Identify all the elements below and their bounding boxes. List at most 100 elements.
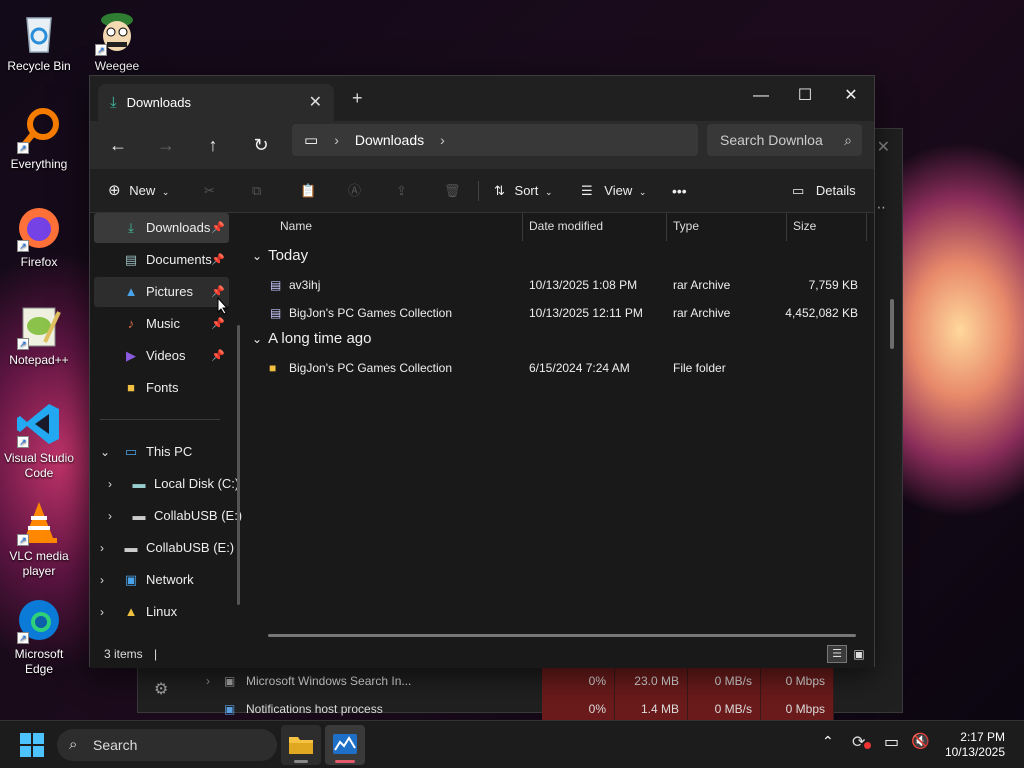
details-button[interactable]: ▭ Details <box>792 169 856 213</box>
network-status-icon[interactable]: ▭ <box>884 732 899 752</box>
copy-icon[interactable]: ⧉ <box>252 169 261 213</box>
sidebar-item-fonts[interactable]: ■ Fonts <box>94 373 229 403</box>
taskbar-file-explorer[interactable] <box>281 725 321 765</box>
chevron-right-icon[interactable]: › <box>440 132 445 148</box>
address-bar[interactable]: ▭ › Downloads › <box>292 124 698 156</box>
details-view-icon[interactable]: ☰ <box>827 645 847 663</box>
column-header-date[interactable]: Date modified <box>523 213 667 241</box>
sidebar-item-this-pc[interactable]: ⌄ ▭ This PC <box>100 437 235 467</box>
sidebar-item-collabusb[interactable]: › ▬ CollabUSB (E:) <box>108 501 245 531</box>
desktop-icon-weegee[interactable]: ↗ Weegee <box>78 8 156 74</box>
delete-icon[interactable]: 🗑 <box>444 169 461 213</box>
vlc-icon: ↗ <box>15 498 63 546</box>
pin-icon[interactable]: 📌 <box>211 341 225 371</box>
chevron-down-icon: ⌄ <box>252 332 263 346</box>
taskbar-task-manager[interactable] <box>325 725 365 765</box>
sidebar-item-linux[interactable]: › ▲ Linux <box>100 597 235 627</box>
system-clock[interactable]: 2:17 PM 10/13/2025 <box>945 730 1005 760</box>
column-header-name[interactable]: Name <box>248 213 523 241</box>
sidebar-item-documents[interactable]: ▤ Documents 📌 <box>94 245 229 275</box>
desktop-icon-vscode[interactable]: ↗ Visual Studio Code <box>0 400 78 481</box>
update-sync-icon[interactable]: ⟳ <box>852 732 871 752</box>
firefox-icon: ↗ <box>15 204 63 252</box>
monitor-icon: ▭ <box>304 132 319 149</box>
volume-muted-icon[interactable]: 🔇 <box>911 732 930 750</box>
pictures-icon: ▲ <box>124 284 138 299</box>
chevron-right-icon[interactable]: › <box>100 565 114 595</box>
sidebar-item-music[interactable]: ♪ Music 📌 <box>94 309 229 339</box>
sidebar-item-downloads[interactable]: ⤓ Downloads 📌 <box>94 213 229 243</box>
toolbar-divider <box>478 181 479 201</box>
chevron-right-icon[interactable]: › <box>108 501 122 531</box>
chevron-right-icon[interactable]: › <box>206 674 210 688</box>
plus-circle-icon: ⊕ <box>108 182 121 199</box>
sidebar-item-pictures[interactable]: ▲ Pictures 📌 <box>94 277 229 307</box>
chevron-down-icon: ⌄ <box>161 187 170 197</box>
rar-archive-icon: ▤ <box>270 306 282 320</box>
new-tab-icon[interactable]: + <box>352 88 363 109</box>
refresh-icon[interactable]: ↻ <box>245 129 277 161</box>
videos-icon: ▶ <box>126 348 136 363</box>
sort-button[interactable]: ⇅ Sort ⌄ <box>494 169 553 213</box>
close-icon[interactable]: ✕ <box>877 137 890 157</box>
vscode-icon: ↗ <box>15 400 63 448</box>
desktop-icon-notepadpp[interactable]: ↗ Notepad++ <box>0 302 78 368</box>
sidebar-scrollbar[interactable] <box>237 325 240 605</box>
sidebar-item-videos[interactable]: ▶ Videos 📌 <box>94 341 229 371</box>
desktop-icon-edge[interactable]: ↗ Microsoft Edge <box>0 596 78 677</box>
chevron-right-icon[interactable]: › <box>100 597 114 627</box>
column-header-type[interactable]: Type <box>667 213 787 241</box>
maximize-button[interactable]: ☐ <box>785 82 825 110</box>
pin-icon[interactable]: 📌 <box>211 213 225 243</box>
chevron-right-icon[interactable]: › <box>100 533 114 563</box>
up-arrow-icon[interactable]: ↑ <box>197 129 229 161</box>
sidebar-item-network[interactable]: › ▣ Network <box>100 565 235 595</box>
tab-downloads[interactable]: ⤓ Downloads ✕ <box>98 84 334 121</box>
file-row[interactable]: ▤ BigJon's PC Games Collection 10/13/202… <box>248 299 858 327</box>
view-button[interactable]: ☰ View ⌄ <box>581 169 646 213</box>
back-arrow-icon[interactable]: ← <box>102 129 134 161</box>
sidebar-item-local-disk[interactable]: › ▬ Local Disk (C:) <box>108 469 245 499</box>
horizontal-scrollbar[interactable] <box>268 634 856 637</box>
share-icon[interactable]: ⇪ <box>396 169 407 213</box>
group-header-today[interactable]: ⌄ Today <box>252 247 308 264</box>
mouse-cursor-icon <box>217 297 229 315</box>
desktop-icon-vlc[interactable]: ↗ VLC media player <box>0 498 78 579</box>
file-row[interactable]: ■ BigJon's PC Games Collection 6/15/2024… <box>248 354 858 382</box>
chevron-up-icon[interactable]: ⌃ <box>822 733 834 750</box>
chevron-down-icon[interactable]: ⌄ <box>100 437 114 467</box>
sidebar-divider <box>100 419 220 420</box>
paste-icon[interactable]: 📋 <box>300 169 316 213</box>
rename-icon[interactable]: Ⓐ <box>348 169 361 213</box>
forward-arrow-icon[interactable]: → <box>150 129 182 161</box>
navigation-bar: ← → ↑ ↻ ▭ › Downloads › Search Downloa ⌕ <box>90 121 874 169</box>
search-input[interactable]: Search Downloa ⌕ <box>707 124 862 156</box>
chevron-right-icon[interactable]: › <box>108 469 122 499</box>
group-header-long-ago[interactable]: ⌄ A long time ago <box>252 330 371 347</box>
column-header-size[interactable]: Size <box>787 213 867 241</box>
file-row[interactable]: ▤ av3ihj 10/13/2025 1:08 PM rar Archive … <box>248 271 858 299</box>
music-icon: ♪ <box>127 316 135 331</box>
pin-icon[interactable]: 📌 <box>211 245 225 275</box>
desktop-icon-firefox[interactable]: ↗ Firefox <box>0 204 78 270</box>
desktop-icon-recycle-bin[interactable]: Recycle Bin <box>0 8 78 74</box>
scrollbar-thumb[interactable] <box>890 299 894 349</box>
recycle-bin-icon <box>15 8 63 56</box>
title-bar[interactable]: ⤓ Downloads ✕ + — ☐ ✕ <box>90 76 874 121</box>
tiles-view-icon[interactable]: ▣ <box>850 645 868 663</box>
new-button[interactable]: ⊕ New ⌄ <box>108 169 169 213</box>
sidebar-item-collabusb-root[interactable]: › ▬ CollabUSB (E:) <box>100 533 235 563</box>
cut-icon[interactable]: ✂ <box>204 169 215 213</box>
process-row[interactable]: ▣ Notifications host process 0% 1.4 MB 0… <box>138 695 902 723</box>
close-button[interactable]: ✕ <box>831 82 871 110</box>
process-row[interactable]: › ▣ Microsoft Windows Search In... 0% 23… <box>138 667 902 695</box>
close-tab-icon[interactable]: ✕ <box>309 92 322 112</box>
minimize-button[interactable]: — <box>741 82 781 110</box>
breadcrumb-downloads[interactable]: Downloads <box>355 132 424 148</box>
taskbar-search-box[interactable]: ⌕ Search <box>57 729 277 761</box>
more-options-button[interactable]: ••• <box>672 169 687 213</box>
file-explorer-window[interactable]: ⤓ Downloads ✕ + — ☐ ✕ ← → ↑ ↻ ▭ › Downlo… <box>89 75 875 668</box>
start-windows-icon[interactable] <box>20 733 44 762</box>
shortcut-arrow-icon: ↗ <box>17 632 29 644</box>
desktop-icon-everything[interactable]: ↗ Everything <box>0 106 78 172</box>
